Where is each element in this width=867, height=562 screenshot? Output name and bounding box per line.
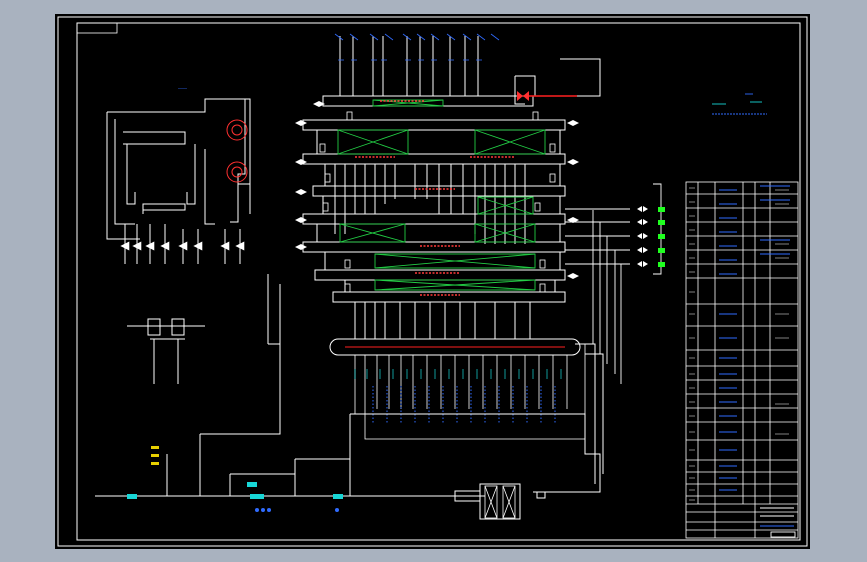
piping-schematic: ——— bbox=[57, 16, 808, 547]
drawing-sheet: ——— bbox=[55, 14, 810, 549]
plate-exchanger-crosses bbox=[484, 485, 516, 519]
outlet-arrows bbox=[658, 207, 665, 267]
heat-exchange-panels bbox=[337, 99, 546, 291]
right-outlets bbox=[565, 183, 662, 384]
outlet-valves bbox=[637, 206, 648, 267]
boiler-room-plan bbox=[106, 98, 251, 264]
bottom-yellow-tags bbox=[151, 446, 159, 465]
headers-stack bbox=[302, 36, 601, 339]
pump-assembly bbox=[127, 318, 205, 384]
drum-instruments bbox=[354, 369, 562, 379]
bottom-tag-numbers bbox=[255, 508, 339, 512]
title-block-rows-text bbox=[689, 187, 789, 501]
bottom-piping bbox=[95, 274, 604, 497]
drum-valve-tags bbox=[372, 386, 556, 424]
room-plan-caption: ——— bbox=[178, 86, 188, 92]
drum-drops bbox=[354, 343, 586, 440]
hot-feed-valve bbox=[517, 91, 529, 101]
title-block bbox=[685, 181, 799, 539]
corner-tag bbox=[76, 22, 118, 34]
riser-tags bbox=[334, 33, 500, 61]
exchanger-outlet bbox=[536, 491, 546, 499]
legend-notes bbox=[712, 93, 767, 115]
